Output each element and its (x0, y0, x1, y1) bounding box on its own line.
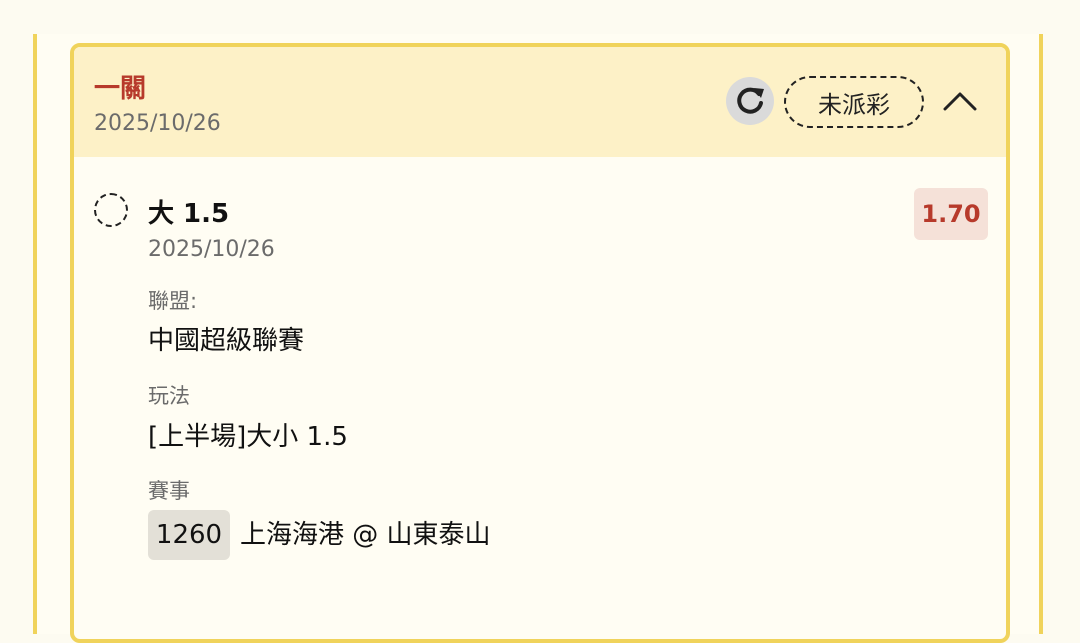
match-number-badge: 1260 (148, 510, 230, 560)
bet-date: 2025/10/26 (94, 111, 221, 136)
bet-card-header[interactable]: 一關 2025/10/26 未派彩 (74, 47, 1006, 157)
status-badge: 未派彩 (784, 76, 924, 128)
selection-date: 2025/10/26 (148, 237, 275, 262)
odds-badge: 1.70 (914, 188, 988, 240)
market-label: 玩法 (148, 384, 190, 408)
chevron-up-icon (943, 92, 977, 111)
bet-type-label: 一關 (94, 74, 147, 104)
refresh-button[interactable] (726, 77, 774, 125)
league-value: 中國超級聯賽 (148, 326, 305, 356)
selection-radio-icon[interactable] (94, 193, 128, 227)
match-label: 賽事 (148, 479, 190, 503)
bet-card: 一關 2025/10/26 未派彩 大 1.5 2025/10/26 1.70 … (70, 43, 1010, 643)
league-label: 聯盟: (148, 289, 198, 313)
refresh-icon (737, 87, 764, 114)
top-strip (0, 0, 1080, 34)
selection-name: 大 1.5 (148, 199, 230, 229)
match-name: 上海海港 @ 山東泰山 (240, 520, 491, 550)
market-value: [上半場]大小 1.5 (148, 422, 348, 452)
collapse-button[interactable] (940, 81, 980, 121)
